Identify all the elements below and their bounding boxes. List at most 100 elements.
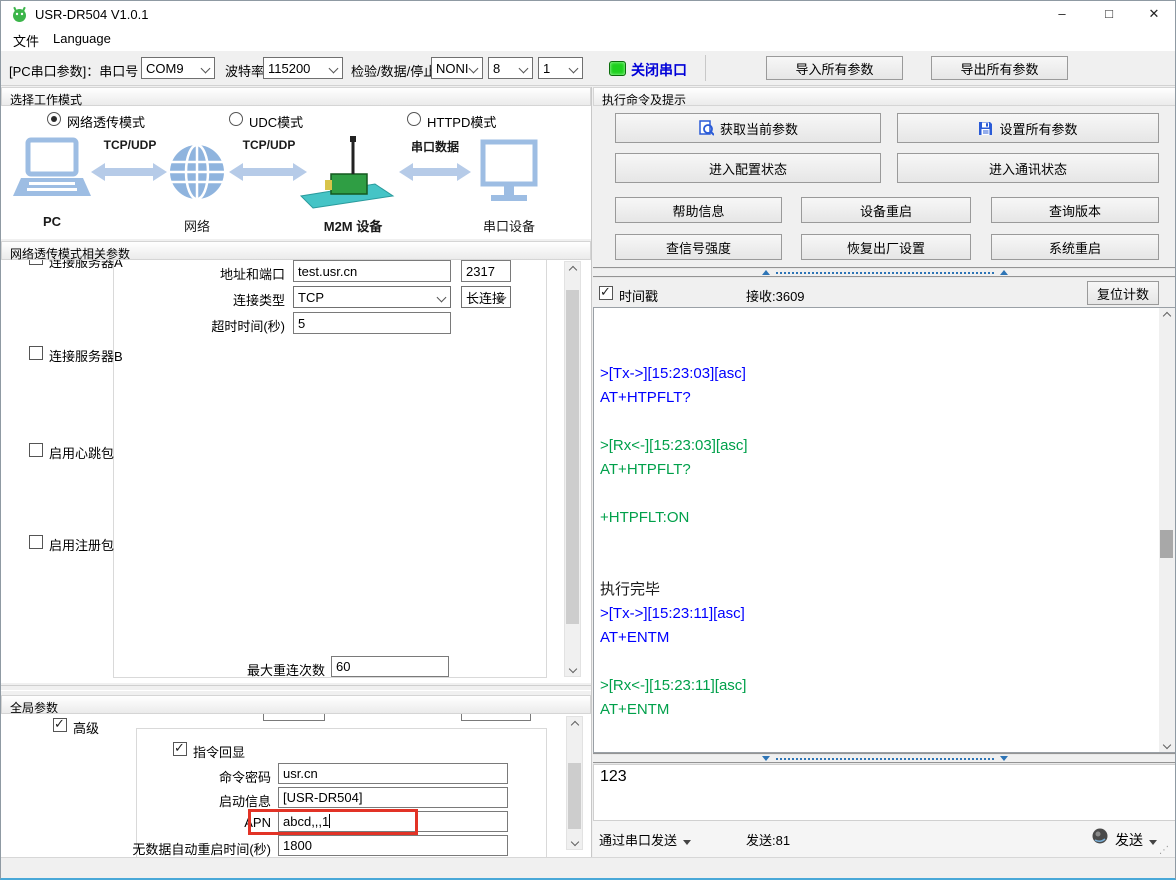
max-reconnect-input[interactable]: [331, 656, 449, 677]
log-line: >[Rx<-][15:23:03][asc]: [594, 434, 1176, 458]
splitter-dots: [776, 758, 994, 760]
baud-combo[interactable]: 115200: [263, 57, 343, 79]
log-line: [594, 554, 1176, 578]
log-line: 执行完毕: [594, 578, 1176, 602]
com-port-combo[interactable]: COM9: [141, 57, 215, 79]
netparams-scrollbar[interactable]: [564, 261, 581, 677]
log-line: >[Tx->][15:23:03][asc]: [594, 362, 1176, 386]
parity-label: 检验/数据/停止: [351, 61, 436, 80]
get-params-button[interactable]: 获取当前参数: [615, 113, 881, 143]
server-b-label: 连接服务器B: [49, 346, 123, 365]
help-button[interactable]: 帮助信息: [615, 197, 782, 223]
titlebar: USR-DR504 V1.0.1 – □ ✕: [1, 1, 1176, 27]
echo-checkbox[interactable]: [173, 742, 187, 756]
enter-comm-button[interactable]: 进入通讯状态: [897, 153, 1159, 183]
diagram-node-label-pc: PC: [22, 214, 82, 229]
scroll-down-icon[interactable]: [565, 661, 580, 676]
no-data-restart-label: 无数据自动重启时间(秒): [121, 839, 271, 857]
menubar: 文件 Language: [1, 27, 1176, 52]
heartbeat-label: 启用心跳包: [49, 443, 114, 462]
scrollbar-thumb[interactable]: [566, 290, 579, 624]
cmd-password-input[interactable]: [278, 763, 508, 784]
netparams-header: 网络透传模式相关参数: [1, 241, 591, 260]
maximize-button[interactable]: □: [1086, 1, 1132, 27]
port-open-indicator-icon: [609, 61, 626, 76]
max-reconnect-label: 最大重连次数: [161, 660, 325, 679]
stopbits-combo[interactable]: 1: [538, 57, 583, 79]
no-data-restart-input[interactable]: [278, 835, 508, 856]
diagram-node-label-serial: 串口设备: [479, 216, 539, 235]
export-params-button[interactable]: 导出所有参数: [931, 56, 1068, 80]
databits-combo[interactable]: 8: [488, 57, 533, 79]
log-line: [594, 482, 1176, 506]
regpack-label: 启用注册包: [49, 535, 114, 554]
resize-grip[interactable]: ⋰: [1159, 845, 1171, 857]
close-port-button[interactable]: 关闭串口: [631, 60, 687, 80]
server-port-input[interactable]: [461, 260, 511, 282]
signal-strength-button[interactable]: 查信号强度: [615, 234, 782, 260]
radio-transparent-mode[interactable]: [47, 112, 61, 126]
menu-item-file[interactable]: 文件: [9, 31, 43, 50]
system-restart-button[interactable]: 系统重启: [991, 234, 1159, 260]
statusbar: [1, 857, 1176, 880]
log-area[interactable]: >[Tx->][15:23:03][asc] AT+HTPFLT? >[Rx<-…: [593, 307, 1176, 753]
timestamp-checkbox[interactable]: [599, 286, 613, 300]
server-a-checkbox[interactable]: [29, 260, 43, 265]
scroll-up-icon[interactable]: [1159, 308, 1174, 323]
toolbar-separator: [705, 55, 706, 81]
panel-divider: [591, 87, 592, 857]
parity-combo[interactable]: NONI: [431, 57, 483, 79]
clipped-input: [263, 714, 325, 721]
floppy-save-icon: [978, 121, 993, 136]
menu-item-language[interactable]: Language: [49, 31, 115, 46]
radio-udc-mode[interactable]: [229, 112, 243, 126]
close-button[interactable]: ✕: [1131, 1, 1176, 27]
addr-port-label: 地址和端口: [121, 264, 285, 283]
splitter-arrow-down-icon: [762, 756, 770, 761]
link-label-tcpudp-2: TCP/UDP: [233, 138, 305, 152]
regpack-checkbox[interactable]: [29, 535, 43, 549]
conn-mode-combo[interactable]: 长连接: [461, 286, 511, 308]
global-panel: 高级 指令回显 命令密码 启动信息 APN abcd,,,1 无数据自动重启时间…: [1, 714, 591, 857]
scroll-up-icon[interactable]: [565, 262, 580, 277]
radio-httpd-label: HTTPD模式: [427, 112, 496, 131]
scroll-down-icon[interactable]: [567, 834, 582, 849]
clipped-input: [461, 714, 531, 721]
conn-type-combo[interactable]: TCP: [293, 286, 451, 308]
server-addr-input[interactable]: [293, 260, 451, 282]
timeout-input[interactable]: [293, 312, 451, 334]
sent-count: 发送:81: [746, 830, 790, 849]
advanced-checkbox[interactable]: [53, 718, 67, 732]
global-scrollbar[interactable]: [566, 716, 583, 850]
boot-message-input[interactable]: [278, 787, 508, 808]
splitter-bottom[interactable]: [593, 753, 1176, 764]
dropdown-caret-icon: [1149, 840, 1157, 845]
send-via-dropdown[interactable]: 通过串口发送: [599, 830, 691, 849]
reset-count-button[interactable]: 复位计数: [1087, 281, 1159, 305]
heartbeat-checkbox[interactable]: [29, 443, 43, 457]
log-scrollbar[interactable]: [1159, 308, 1176, 752]
server-b-checkbox[interactable]: [29, 346, 43, 360]
diagram-node-label-network: 网络: [167, 216, 227, 235]
query-version-button[interactable]: 查询版本: [991, 197, 1159, 223]
send-input[interactable]: 123: [593, 764, 1176, 821]
factory-reset-button[interactable]: 恢复出厂设置: [801, 234, 971, 260]
device-reboot-button[interactable]: 设备重启: [801, 197, 971, 223]
minimize-button[interactable]: –: [1039, 1, 1085, 27]
echo-label: 指令回显: [193, 742, 245, 761]
radio-transparent-label: 网络透传模式: [67, 112, 145, 131]
send-input-value: 123: [600, 768, 627, 786]
splitter-top[interactable]: [593, 267, 1176, 278]
chevron-down-icon: [201, 64, 211, 74]
scrollbar-thumb[interactable]: [1160, 530, 1173, 558]
set-params-button[interactable]: 设置所有参数: [897, 113, 1159, 143]
chevron-down-icon: [519, 64, 529, 74]
scroll-down-icon[interactable]: [1159, 737, 1174, 752]
import-params-button[interactable]: 导入所有参数: [766, 56, 903, 80]
enter-config-button[interactable]: 进入配置状态: [615, 153, 881, 183]
radio-httpd-mode[interactable]: [407, 112, 421, 126]
send-button[interactable]: 发送: [1115, 830, 1157, 850]
app-icon: [11, 6, 28, 23]
scroll-up-icon[interactable]: [567, 717, 582, 732]
scrollbar-thumb[interactable]: [568, 763, 581, 829]
